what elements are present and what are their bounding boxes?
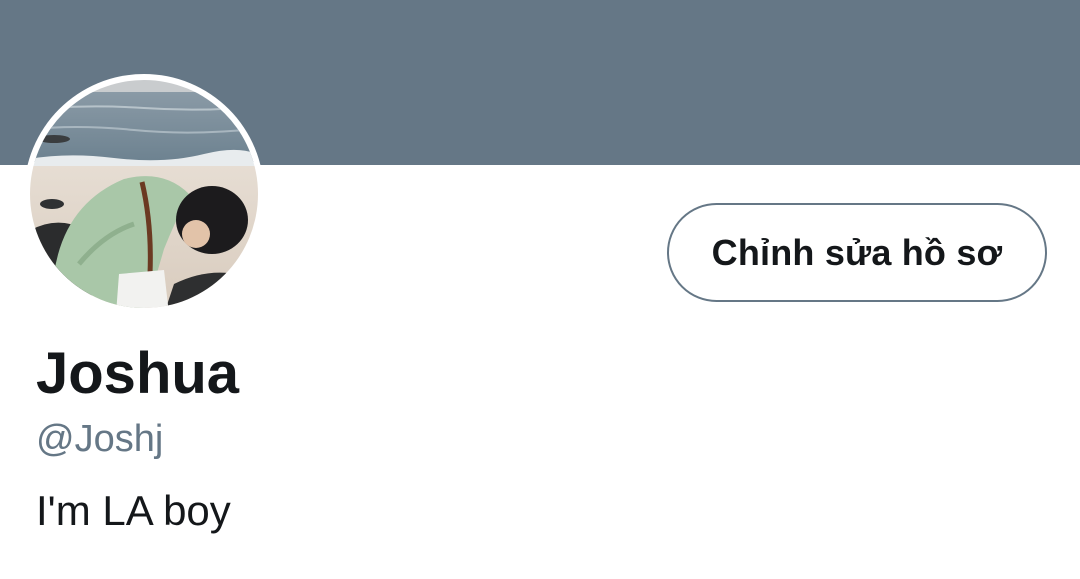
edit-profile-button-label: Chỉnh sửa hồ sơ [711,231,1003,273]
display-name: Joshua [36,341,240,406]
avatar[interactable] [24,74,264,314]
avatar-photo [27,77,261,311]
edit-profile-button[interactable]: Chỉnh sửa hồ sơ [667,203,1047,302]
profile-page: Chỉnh sửa hồ sơ Joshua @Joshj I'm LA boy [0,0,1080,579]
user-handle: @Joshj [36,418,164,460]
profile-bio: I'm LA boy [36,487,231,534]
